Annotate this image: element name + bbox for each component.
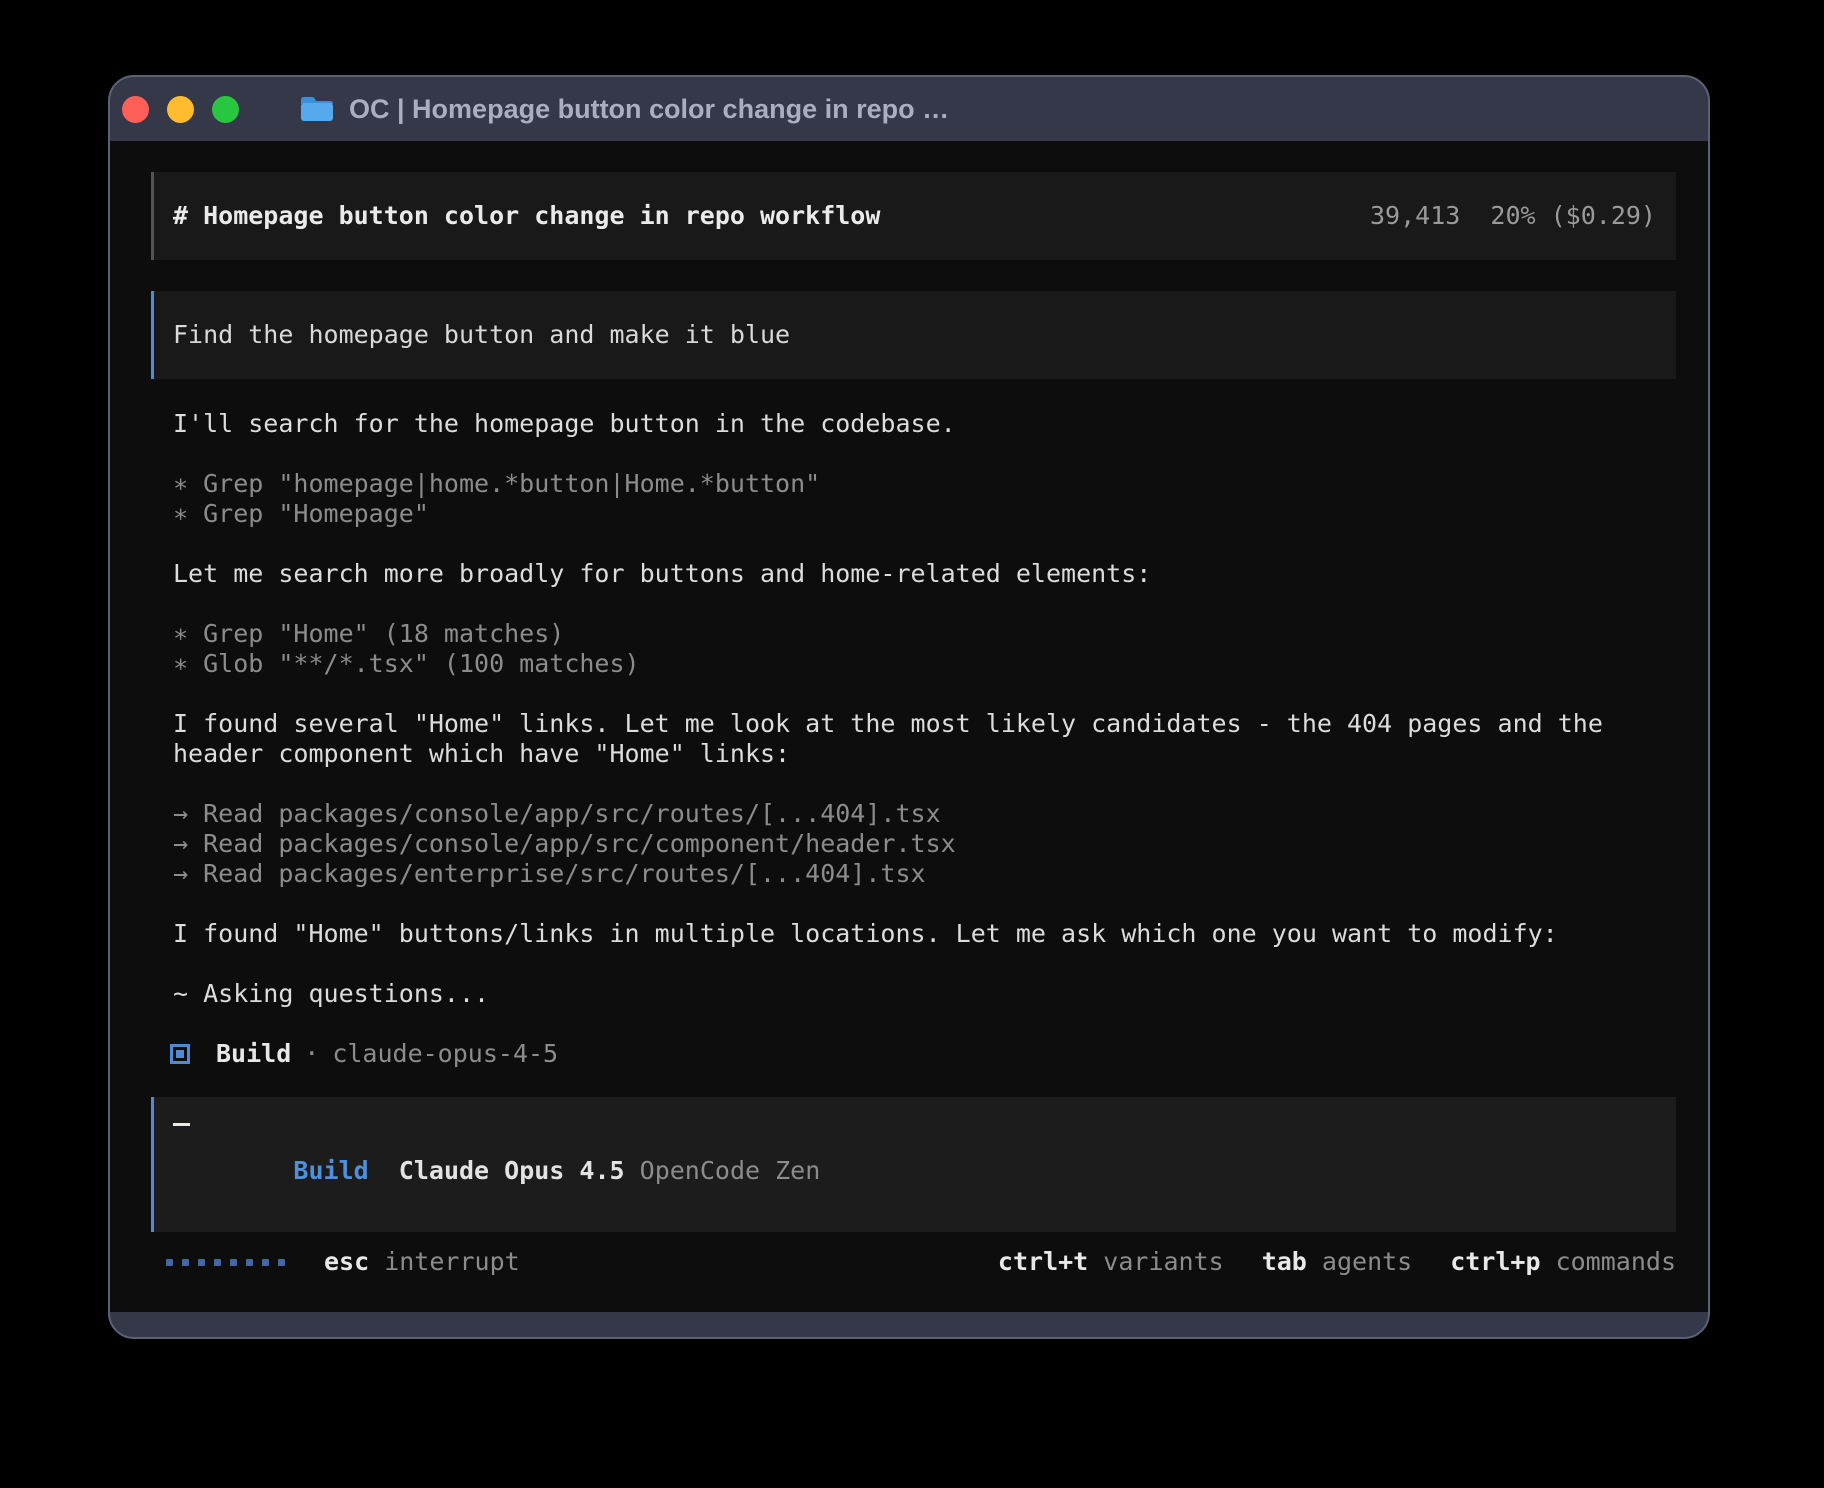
window-titlebar: OC | Homepage button color change in rep…	[110, 77, 1708, 141]
shortcut-ctrl-p: ctrl+p commands	[1450, 1247, 1676, 1277]
blank-line	[151, 529, 1676, 559]
context-usage: 20% ($0.29)	[1490, 201, 1656, 230]
blank-line	[151, 1009, 1676, 1039]
interrupt-hint: interrupt	[369, 1247, 520, 1277]
session-header: # Homepage button color change in repo w…	[151, 172, 1676, 260]
status-left: esc interrupt	[166, 1247, 520, 1277]
token-count: 39,413	[1370, 201, 1460, 230]
assistant-text-line: Let me search more broadly for buttons a…	[151, 559, 1676, 589]
grep-tool-line: ∗ Grep "Homepage"	[151, 499, 1676, 529]
status-bar: esc interrupt ctrl+t variantstab agentsc…	[151, 1247, 1676, 1277]
model-name[interactable]: Claude Opus 4.5	[399, 1156, 625, 1185]
read-tool-line: → Read packages/enterprise/src/routes/[.…	[151, 859, 1676, 889]
provider-name: OpenCode Zen	[640, 1156, 821, 1185]
agent-model: claude-opus-4-5	[332, 1039, 558, 1069]
shortcut-tab: tab agents	[1262, 1247, 1413, 1277]
window-title: OC | Homepage button color change in rep…	[349, 94, 949, 125]
blank-line	[151, 589, 1676, 619]
agent-mode-label[interactable]: Build	[293, 1156, 368, 1185]
agent-task-icon	[170, 1044, 190, 1064]
agent-name: Build	[216, 1039, 291, 1069]
spinner-dot	[246, 1259, 253, 1266]
spinner-dot	[198, 1259, 205, 1266]
spinner-dot	[230, 1259, 237, 1266]
input-status-line: Build Claude Opus 4.5 OpenCode Zen	[173, 1126, 1656, 1216]
assistant-text-line: header component which have "Home" links…	[151, 739, 1676, 769]
terminal-window: OC | Homepage button color change in rep…	[108, 75, 1710, 1339]
folder-icon	[299, 94, 335, 124]
close-button[interactable]	[122, 96, 149, 123]
zoom-button[interactable]	[212, 96, 239, 123]
blank-line	[151, 889, 1676, 919]
spinner-dot	[278, 1259, 285, 1266]
glob-tool-line: ∗ Glob "**/*.tsx" (100 matches)	[151, 649, 1676, 679]
user-message: Find the homepage button and make it blu…	[151, 291, 1676, 379]
spinner-dot	[262, 1259, 269, 1266]
blank-line	[151, 769, 1676, 799]
status-text-line: ~ Asking questions...	[151, 979, 1676, 1009]
spinner-dot	[214, 1259, 221, 1266]
shortcut-ctrl-t: ctrl+t variants	[998, 1247, 1224, 1277]
assistant-text-line: I found several "Home" links. Let me loo…	[151, 709, 1676, 739]
assistant-text-line: I found "Home" buttons/links in multiple…	[151, 919, 1676, 949]
esc-key-hint: esc	[324, 1247, 369, 1277]
grep-tool-line: ∗ Grep "homepage|home.*button|Home.*butt…	[151, 469, 1676, 499]
transcript: I'll search for the homepage button in t…	[151, 409, 1676, 1069]
grep-tool-line: ∗ Grep "Home" (18 matches)	[151, 619, 1676, 649]
session-title: # Homepage button color change in repo w…	[173, 201, 880, 231]
spinner-dot	[182, 1259, 189, 1266]
prompt-input[interactable]: Build Claude Opus 4.5 OpenCode Zen	[151, 1097, 1676, 1232]
status-right: ctrl+t variants tab agents ctrl+p commands	[960, 1247, 1676, 1277]
minimize-button[interactable]	[167, 96, 194, 123]
session-stats: 39,413 20% ($0.29)	[1370, 201, 1656, 231]
spinner-dot	[166, 1259, 173, 1266]
assistant-text-line: I'll search for the homepage button in t…	[151, 409, 1676, 439]
agent-status-line: Build·claude-opus-4-5	[151, 1039, 1676, 1069]
terminal-content: # Homepage button color change in repo w…	[110, 141, 1708, 1312]
blank-line	[151, 679, 1676, 709]
spinner	[166, 1259, 294, 1266]
blank-line	[151, 439, 1676, 469]
read-tool-line: → Read packages/console/app/src/routes/[…	[151, 799, 1676, 829]
blank-line	[151, 949, 1676, 979]
read-tool-line: → Read packages/console/app/src/componen…	[151, 829, 1676, 859]
